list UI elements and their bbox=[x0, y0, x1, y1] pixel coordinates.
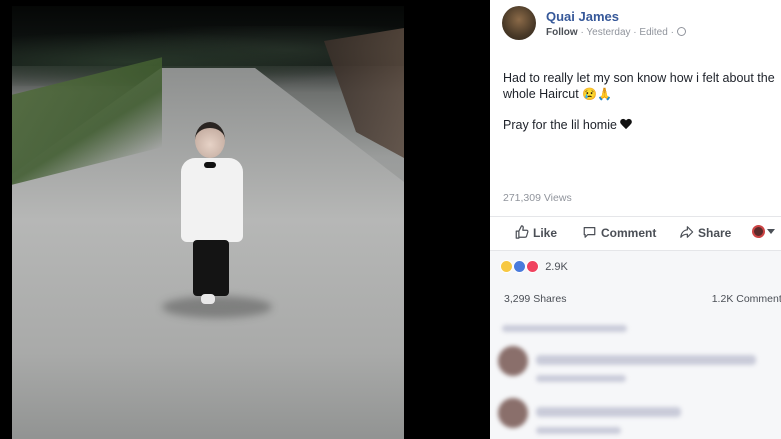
post-paragraph-2: Pray for the lil homie bbox=[503, 117, 778, 133]
thumbs-up-icon bbox=[515, 225, 529, 239]
author-name[interactable]: Quai James bbox=[546, 9, 619, 24]
chevron-down-icon bbox=[767, 229, 775, 234]
like-label: Like bbox=[533, 226, 558, 240]
post-meta: Follow · Yesterday · Edited · bbox=[546, 27, 686, 38]
child-head bbox=[195, 122, 225, 158]
child-bowtie bbox=[204, 162, 216, 168]
view-count: 271,309 Views bbox=[503, 192, 572, 204]
video-pane bbox=[0, 0, 490, 439]
post-time[interactable]: Yesterday bbox=[586, 27, 630, 38]
like-button[interactable]: Like bbox=[514, 225, 557, 240]
post-text-line2: Pray for the lil homie bbox=[503, 118, 617, 132]
blurred-comment bbox=[536, 407, 681, 417]
user-avatar bbox=[752, 225, 765, 238]
comment-button[interactable]: Comment bbox=[582, 225, 656, 240]
meta-dot: · bbox=[580, 27, 584, 38]
post-text-line1: Had to really let my son know how i felt… bbox=[503, 71, 775, 101]
engagement-section: 2.9K 3,299 Shares 1.2K Comments bbox=[490, 250, 781, 439]
post-header: Quai James Follow · Yesterday · Edited · bbox=[502, 6, 781, 46]
globe-icon bbox=[676, 27, 686, 36]
reaction-summary[interactable]: 2.9K bbox=[500, 260, 568, 273]
like-icon bbox=[513, 260, 527, 273]
comment-label: Comment bbox=[601, 226, 657, 240]
share-button[interactable]: Share bbox=[679, 225, 731, 240]
follow-link[interactable]: Follow bbox=[546, 27, 578, 38]
blurred-commenter-avatar bbox=[498, 346, 528, 376]
blurred-comment-meta bbox=[536, 427, 621, 434]
haha-icon bbox=[500, 260, 513, 273]
post-as-selector[interactable] bbox=[752, 224, 775, 238]
speech-bubble-icon bbox=[583, 227, 596, 238]
emoji-crying-praying: 😢🙏 bbox=[582, 87, 613, 101]
video-player[interactable] bbox=[12, 6, 404, 439]
edited-label[interactable]: Edited bbox=[639, 27, 667, 38]
reaction-count: 2.9K bbox=[545, 261, 568, 273]
share-label: Share bbox=[698, 226, 732, 240]
post-text: Had to really let my son know how i felt… bbox=[503, 70, 778, 148]
child-shirt bbox=[181, 158, 243, 242]
blurred-comment bbox=[536, 355, 756, 365]
meta-dot: · bbox=[633, 27, 637, 38]
blurred-commenter-avatar bbox=[498, 398, 528, 428]
child-pants bbox=[193, 240, 229, 296]
meta-dot: · bbox=[670, 27, 674, 38]
love-icon bbox=[526, 260, 540, 273]
video-child bbox=[177, 122, 247, 312]
black-heart-icon bbox=[620, 119, 632, 130]
comment-count[interactable]: 1.2K Comments bbox=[712, 293, 781, 305]
blurred-view-more bbox=[502, 325, 627, 332]
share-arrow-icon bbox=[680, 226, 694, 238]
action-bar: Like Comment Share bbox=[490, 216, 781, 250]
post-panel: Quai James Follow · Yesterday · Edited ·… bbox=[490, 0, 781, 439]
post-paragraph-1: Had to really let my son know how i felt… bbox=[503, 70, 778, 102]
share-count[interactable]: 3,299 Shares bbox=[504, 293, 566, 305]
blurred-comment-meta bbox=[536, 375, 626, 382]
child-shoe bbox=[201, 294, 215, 304]
author-avatar[interactable] bbox=[502, 6, 536, 40]
